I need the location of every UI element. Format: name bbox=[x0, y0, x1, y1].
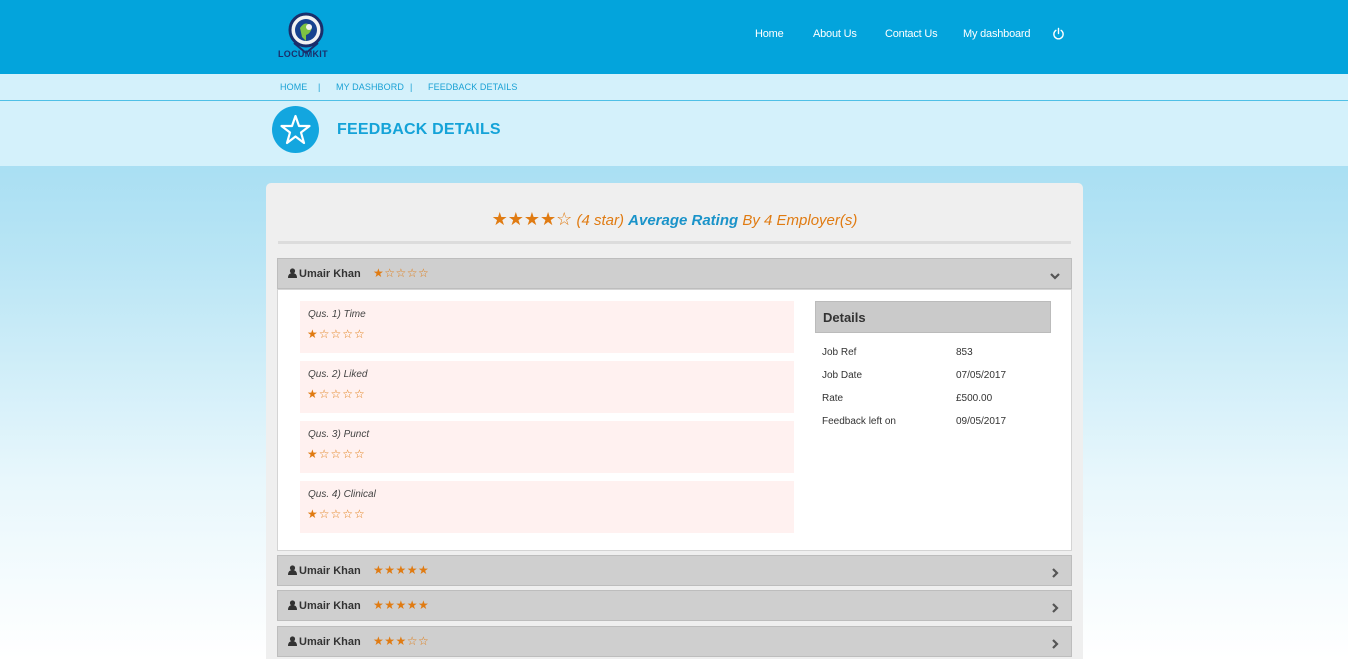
breadcrumb-dashboard[interactable]: MY DASHBORD bbox=[336, 82, 404, 92]
question-label: Qus. 1) Time bbox=[308, 309, 366, 320]
details-row: Job Date 07/05/2017 bbox=[822, 370, 1052, 384]
details-key: Job Date bbox=[822, 370, 863, 381]
nav-contact-link[interactable]: Contact Us bbox=[885, 28, 938, 40]
question-stars: ★☆☆☆☆ bbox=[307, 387, 366, 401]
user-icon bbox=[288, 636, 297, 646]
details-title: Details bbox=[823, 310, 866, 325]
user-icon bbox=[288, 600, 297, 610]
breadcrumb: HOME | MY DASHBORD | FEEDBACK DETAILS bbox=[0, 74, 1348, 101]
top-navbar: LOCUMKIT Home About Us Contact Us My das… bbox=[0, 0, 1348, 74]
details-row: Feedback left on 09/05/2017 bbox=[822, 416, 1052, 430]
average-rating-summary: ★★★★☆ (4 star) Average Rating By 4 Emplo… bbox=[266, 209, 1083, 230]
employer-rating-stars: ★★★★★ bbox=[373, 598, 430, 612]
feedback-accordion-header[interactable]: Umair Khan ★☆☆☆☆ bbox=[277, 258, 1072, 289]
breadcrumb-current: FEEDBACK DETAILS bbox=[428, 82, 518, 92]
chevron-down-icon[interactable] bbox=[1049, 270, 1061, 282]
question-stars: ★☆☆☆☆ bbox=[307, 327, 366, 341]
breadcrumb-separator: | bbox=[318, 82, 321, 92]
feedback-accordion-header[interactable]: Umair Khan ★★★☆☆ bbox=[277, 626, 1072, 657]
question-label: Qus. 3) Punct bbox=[308, 429, 370, 440]
logo-text: LOCUMKIT bbox=[278, 49, 328, 59]
employer-rating-stars: ★★★☆☆ bbox=[373, 634, 430, 648]
user-icon bbox=[288, 565, 297, 575]
details-key: Rate bbox=[822, 393, 844, 404]
title-band bbox=[0, 101, 1348, 166]
question-stars: ★☆☆☆☆ bbox=[307, 447, 366, 461]
nav-home-link[interactable]: Home bbox=[755, 28, 784, 40]
divider bbox=[278, 241, 1071, 244]
employer-rating-stars: ★★★★★ bbox=[373, 563, 430, 577]
employer-name: Umair Khan bbox=[288, 268, 361, 280]
employer-name: Umair Khan bbox=[288, 565, 361, 577]
employer-count-text: By 4 Employer(s) bbox=[742, 212, 858, 229]
details-value: £500.00 bbox=[956, 393, 993, 404]
details-value: 07/05/2017 bbox=[956, 370, 1007, 381]
details-key: Job Ref bbox=[822, 347, 857, 358]
employer-name: Umair Khan bbox=[288, 600, 361, 612]
question-item: Qus. 3) Punct ★☆☆☆☆ bbox=[300, 421, 794, 473]
employer-rating-stars: ★☆☆☆☆ bbox=[373, 266, 430, 280]
details-key: Feedback left on bbox=[822, 416, 896, 427]
average-stars: ★★★★☆ bbox=[491, 209, 573, 229]
question-stars: ★☆☆☆☆ bbox=[307, 507, 366, 521]
question-item: Qus. 1) Time ★☆☆☆☆ bbox=[300, 301, 794, 353]
user-icon bbox=[288, 268, 297, 278]
page-title: FEEDBACK DETAILS bbox=[337, 121, 501, 138]
chevron-right-icon[interactable] bbox=[1049, 567, 1061, 579]
employer-name: Umair Khan bbox=[288, 636, 361, 648]
nav-dashboard-link[interactable]: My dashboard bbox=[963, 28, 1031, 40]
chevron-right-icon[interactable] bbox=[1049, 602, 1061, 614]
chevron-right-icon[interactable] bbox=[1049, 638, 1061, 650]
question-item: Qus. 2) Liked ★☆☆☆☆ bbox=[300, 361, 794, 413]
feedback-accordion-body: Qus. 1) Time ★☆☆☆☆ Qus. 2) Liked ★☆☆☆☆ Q… bbox=[277, 289, 1072, 551]
feedback-accordion-header[interactable]: Umair Khan ★★★★★ bbox=[277, 590, 1072, 621]
average-rating-label: Average Rating bbox=[628, 212, 739, 229]
details-value: 853 bbox=[956, 347, 973, 358]
nav-about-link[interactable]: About Us bbox=[813, 28, 857, 40]
details-header: Details bbox=[815, 301, 1051, 333]
details-row: Rate £500.00 bbox=[822, 393, 1052, 407]
details-value: 09/05/2017 bbox=[956, 416, 1007, 427]
question-label: Qus. 2) Liked bbox=[308, 369, 368, 380]
main-nav: Home About Us Contact Us My dashboard bbox=[0, 28, 1348, 44]
star-badge bbox=[272, 106, 319, 153]
breadcrumb-home[interactable]: HOME bbox=[280, 82, 307, 92]
star-icon bbox=[280, 114, 311, 145]
question-item: Qus. 4) Clinical ★☆☆☆☆ bbox=[300, 481, 794, 533]
breadcrumb-separator: | bbox=[410, 82, 413, 92]
power-icon[interactable] bbox=[1052, 27, 1065, 40]
question-label: Qus. 4) Clinical bbox=[308, 489, 376, 500]
feedback-accordion-header[interactable]: Umair Khan ★★★★★ bbox=[277, 555, 1072, 586]
details-row: Job Ref 853 bbox=[822, 347, 1052, 361]
rating-text: (4 star) bbox=[576, 212, 624, 229]
